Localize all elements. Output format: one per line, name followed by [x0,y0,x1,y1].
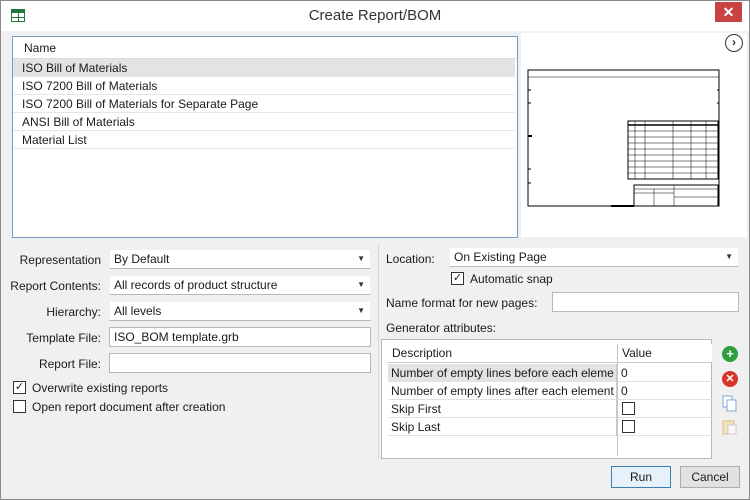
name-format-input[interactable] [552,292,739,312]
open-after-checkbox-row[interactable]: Open report document after creation [13,399,313,415]
hierarchy-value: All levels [114,304,162,318]
generator-attributes-grid: Description Value Number of empty lines … [381,339,712,459]
close-button[interactable]: ✕ [715,2,742,22]
create-report-dialog: Create Report/BOM ✕ Name ISO Bill of Mat… [0,0,750,500]
row-description: Number of empty lines before each eleme [388,364,617,382]
row-description: Number of empty lines after each element [388,382,617,400]
table-row[interactable]: Skip First [388,400,712,418]
copy-icon[interactable] [721,395,739,413]
automatic-snap-label: Automatic snap [470,272,553,286]
column-header-description[interactable]: Description [392,344,452,363]
report-contents-select[interactable]: All records of product structure ▼ [109,275,371,295]
representation-value: By Default [114,252,170,266]
hierarchy-label: Hierarchy: [46,305,101,319]
automatic-snap-checkbox[interactable]: ✓ [451,272,464,285]
cancel-button[interactable]: Cancel [680,466,740,488]
name-format-label: Name format for new pages: [386,296,538,310]
table-row[interactable]: Skip Last [388,418,712,436]
row-description: Skip Last [388,418,617,436]
template-preview: › [521,33,747,237]
add-icon[interactable]: + [722,346,738,362]
list-item[interactable]: ANSI Bill of Materials [13,113,515,131]
column-header-value[interactable]: Value [622,344,652,363]
overwrite-checkbox[interactable]: ✓ [13,381,26,394]
table-row[interactable]: Number of empty lines before each eleme … [388,364,712,382]
overwrite-checkbox-row[interactable]: ✓ Overwrite existing reports [13,380,263,396]
run-button[interactable]: Run [611,466,671,488]
list-item[interactable]: Material List [13,131,515,149]
report-file-input[interactable] [109,353,371,373]
report-contents-value: All records of product structure [114,278,278,292]
generator-attributes-label: Generator attributes: [386,321,497,335]
dropdown-arrow-icon: ▼ [357,306,365,315]
pane-divider [378,244,379,459]
location-label: Location: [386,252,435,266]
report-list: Name ISO Bill of Materials ISO 7200 Bill… [12,36,518,238]
list-item[interactable]: ISO 7200 Bill of Materials [13,77,515,95]
list-item[interactable]: ISO Bill of Materials [13,59,515,77]
overwrite-label: Overwrite existing reports [32,381,169,395]
row-description: Skip First [388,400,617,418]
report-contents-label: Report Contents: [10,279,101,293]
remove-icon[interactable]: ✕ [722,371,738,387]
dropdown-arrow-icon: ▼ [725,252,733,261]
drawing-preview-image [527,69,720,207]
paste-icon[interactable] [721,418,739,436]
open-after-checkbox[interactable] [13,400,26,413]
report-file-label: Report File: [38,357,101,371]
template-file-input[interactable]: ISO_BOM template.grb [109,327,371,347]
table-row[interactable]: Number of empty lines after each element… [388,382,712,400]
dropdown-arrow-icon: ▼ [357,254,365,263]
hierarchy-select[interactable]: All levels ▼ [109,301,371,321]
skip-first-checkbox[interactable] [622,402,635,415]
list-header-name[interactable]: Name [13,37,517,59]
title-bar: Create Report/BOM ✕ [1,1,749,31]
location-select[interactable]: On Existing Page ▼ [449,247,739,267]
template-file-label: Template File: [26,331,101,345]
skip-last-checkbox[interactable] [622,420,635,433]
window-title: Create Report/BOM [308,7,442,24]
row-value-input[interactable]: 0 [621,382,628,400]
representation-select[interactable]: By Default ▼ [109,249,371,269]
dropdown-arrow-icon: ▼ [357,280,365,289]
grid-header: Description Value [388,344,712,363]
list-item[interactable]: ISO 7200 Bill of Materials for Separate … [13,95,515,113]
row-value-input[interactable]: 0 [621,364,628,382]
representation-label: Representation [19,253,101,267]
open-after-label: Open report document after creation [32,400,226,414]
automatic-snap-row[interactable]: ✓ Automatic snap [451,271,651,287]
location-value: On Existing Page [454,250,547,264]
